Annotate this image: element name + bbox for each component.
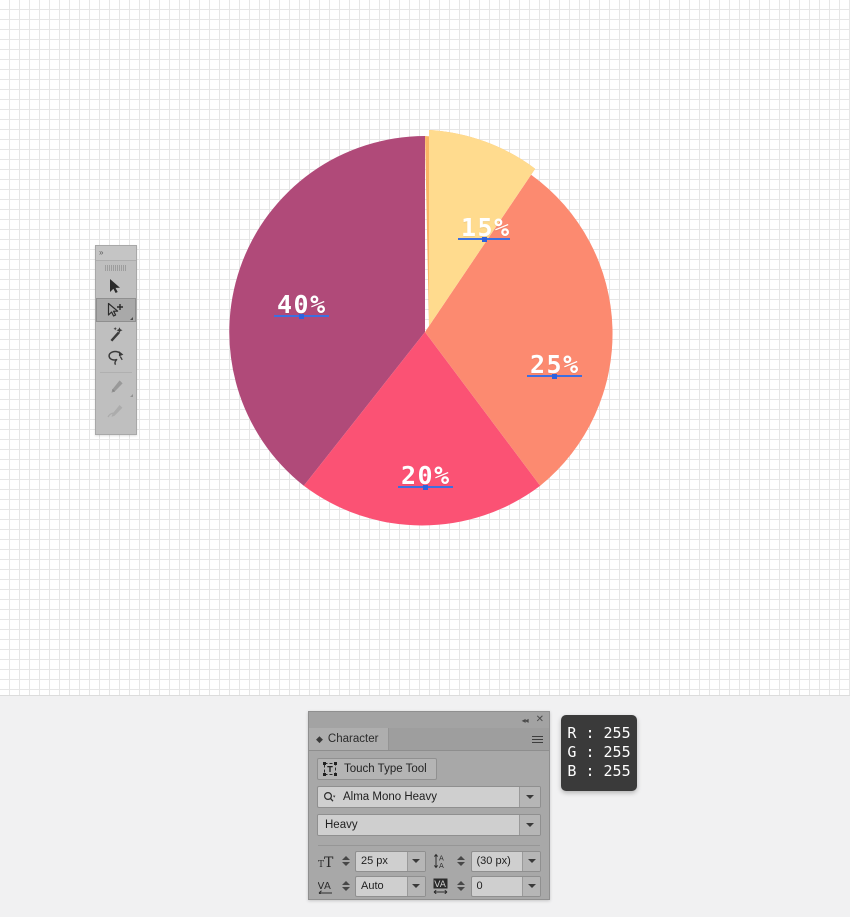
leading-dropdown-icon[interactable] [522,851,540,871]
font-size-icon: T T [317,852,336,870]
tracking-value[interactable]: 0 [472,877,523,896]
svg-text:A: A [439,862,444,869]
character-panel-titlebar[interactable]: ◂◂ ✕ [309,712,549,728]
metrics-right-column: A A (30 px) VA 0 [433,850,541,897]
svg-text:T: T [324,855,334,869]
character-panel-body: Touch Type Tool Alma Mono Heavy Heavy T … [309,751,549,902]
drag-handle[interactable] [96,261,136,274]
font-size-dropdown-icon[interactable] [406,851,425,871]
tool-pen[interactable] [96,375,136,399]
illustrator-window: 15% 25% 20% 40% » ◂◂ ✕ ◆ Character Touch… [0,0,850,917]
kerning-dropdown-icon[interactable] [406,876,425,896]
tool-flyout-indicator[interactable] [130,317,133,320]
svg-text:A: A [324,881,331,892]
magic-wand-icon [110,327,123,342]
leading-field[interactable]: (30 px) [470,850,541,872]
tool-flyout-indicator[interactable] [130,394,133,397]
font-size-stepper[interactable] [340,852,351,870]
tracking-stepper[interactable] [456,877,467,895]
close-icon[interactable]: ✕ [536,715,544,725]
pie-label-25-anchor[interactable] [552,374,557,379]
font-style-value[interactable]: Heavy [318,815,519,835]
tracking-icon: VA [433,877,452,895]
touch-type-tool-label: Touch Type Tool [344,763,427,775]
pie-label-15-anchor[interactable] [482,237,487,242]
pie-chart[interactable]: 15% 25% 20% 40% [225,120,625,540]
font-style-field[interactable]: Heavy [317,814,541,836]
font-family-value[interactable]: Alma Mono Heavy [340,787,519,807]
font-size-field[interactable]: 25 px [355,850,426,872]
tool-add-anchor-point[interactable] [96,399,136,423]
tool-selection[interactable] [96,274,136,298]
tabrow-filler [389,728,525,750]
font-style-dropdown-icon[interactable] [519,815,540,835]
svg-text:VA: VA [434,880,447,890]
font-size-control[interactable]: T T 25 px [317,850,426,872]
add-anchor-point-icon [107,405,123,418]
chevron-updown-icon: ◆ [316,733,323,744]
kerning-control[interactable]: V A Auto [317,875,426,897]
panel-divider [318,845,540,846]
leading-icon: A A [433,852,452,870]
font-family-dropdown-icon[interactable] [519,787,540,807]
kerning-field[interactable]: Auto [355,875,426,897]
kerning-value[interactable]: Auto [356,877,407,896]
tools-panel[interactable]: » [95,245,137,435]
search-icon [318,787,340,807]
character-metrics: T T 25 px V A Auto A A (30 px) VA 0 [317,850,541,897]
toolbar-divider [100,372,132,373]
font-style-row: Heavy [317,814,541,836]
tracking-field[interactable]: 0 [470,875,541,897]
tools-panel-header[interactable]: » [96,246,136,261]
kerning-icon: V A [317,877,336,895]
kerning-stepper[interactable] [340,877,351,895]
selection-arrow-icon [110,279,120,293]
tab-character[interactable]: ◆ Character [309,728,390,750]
leading-value[interactable]: (30 px) [472,852,523,871]
collapse-icon[interactable]: ◂◂ [522,716,529,725]
font-family-field[interactable]: Alma Mono Heavy [317,786,541,808]
tool-magic-wand[interactable] [96,322,136,346]
leading-control[interactable]: A A (30 px) [433,850,541,872]
rgb-readout-tooltip: R : 255 G : 255 B : 255 [561,715,637,791]
pen-nib-icon [111,380,123,393]
panel-menu-button[interactable] [525,728,549,750]
rgb-blue-value: B : 255 [567,762,631,780]
touch-type-icon [323,762,337,776]
leading-stepper[interactable] [456,852,467,870]
font-family-row: Alma Mono Heavy [317,786,541,808]
pie-label-20-anchor[interactable] [423,485,428,490]
character-panel-tabrow: ◆ Character [309,728,549,751]
tracking-control[interactable]: VA 0 [433,875,541,897]
font-size-value[interactable]: 25 px [356,852,407,871]
touch-type-tool-button[interactable]: Touch Type Tool [317,758,437,780]
rgb-red-value: R : 255 [567,724,631,742]
tool-lasso[interactable] [96,346,136,370]
character-panel[interactable]: ◂◂ ✕ ◆ Character Touch Type Tool Alma Mo… [308,711,550,900]
lasso-icon [108,350,124,366]
pie-label-40-anchor[interactable] [299,314,304,319]
direct-selection-arrow-icon [107,302,123,317]
chevron-double-right-icon[interactable]: » [99,249,104,257]
metrics-left-column: T T 25 px V A Auto [317,850,426,897]
rgb-green-value: G : 255 [567,743,631,761]
tracking-dropdown-icon[interactable] [522,876,540,896]
tool-direct-selection[interactable] [96,298,136,322]
tab-character-label: Character [327,733,379,745]
